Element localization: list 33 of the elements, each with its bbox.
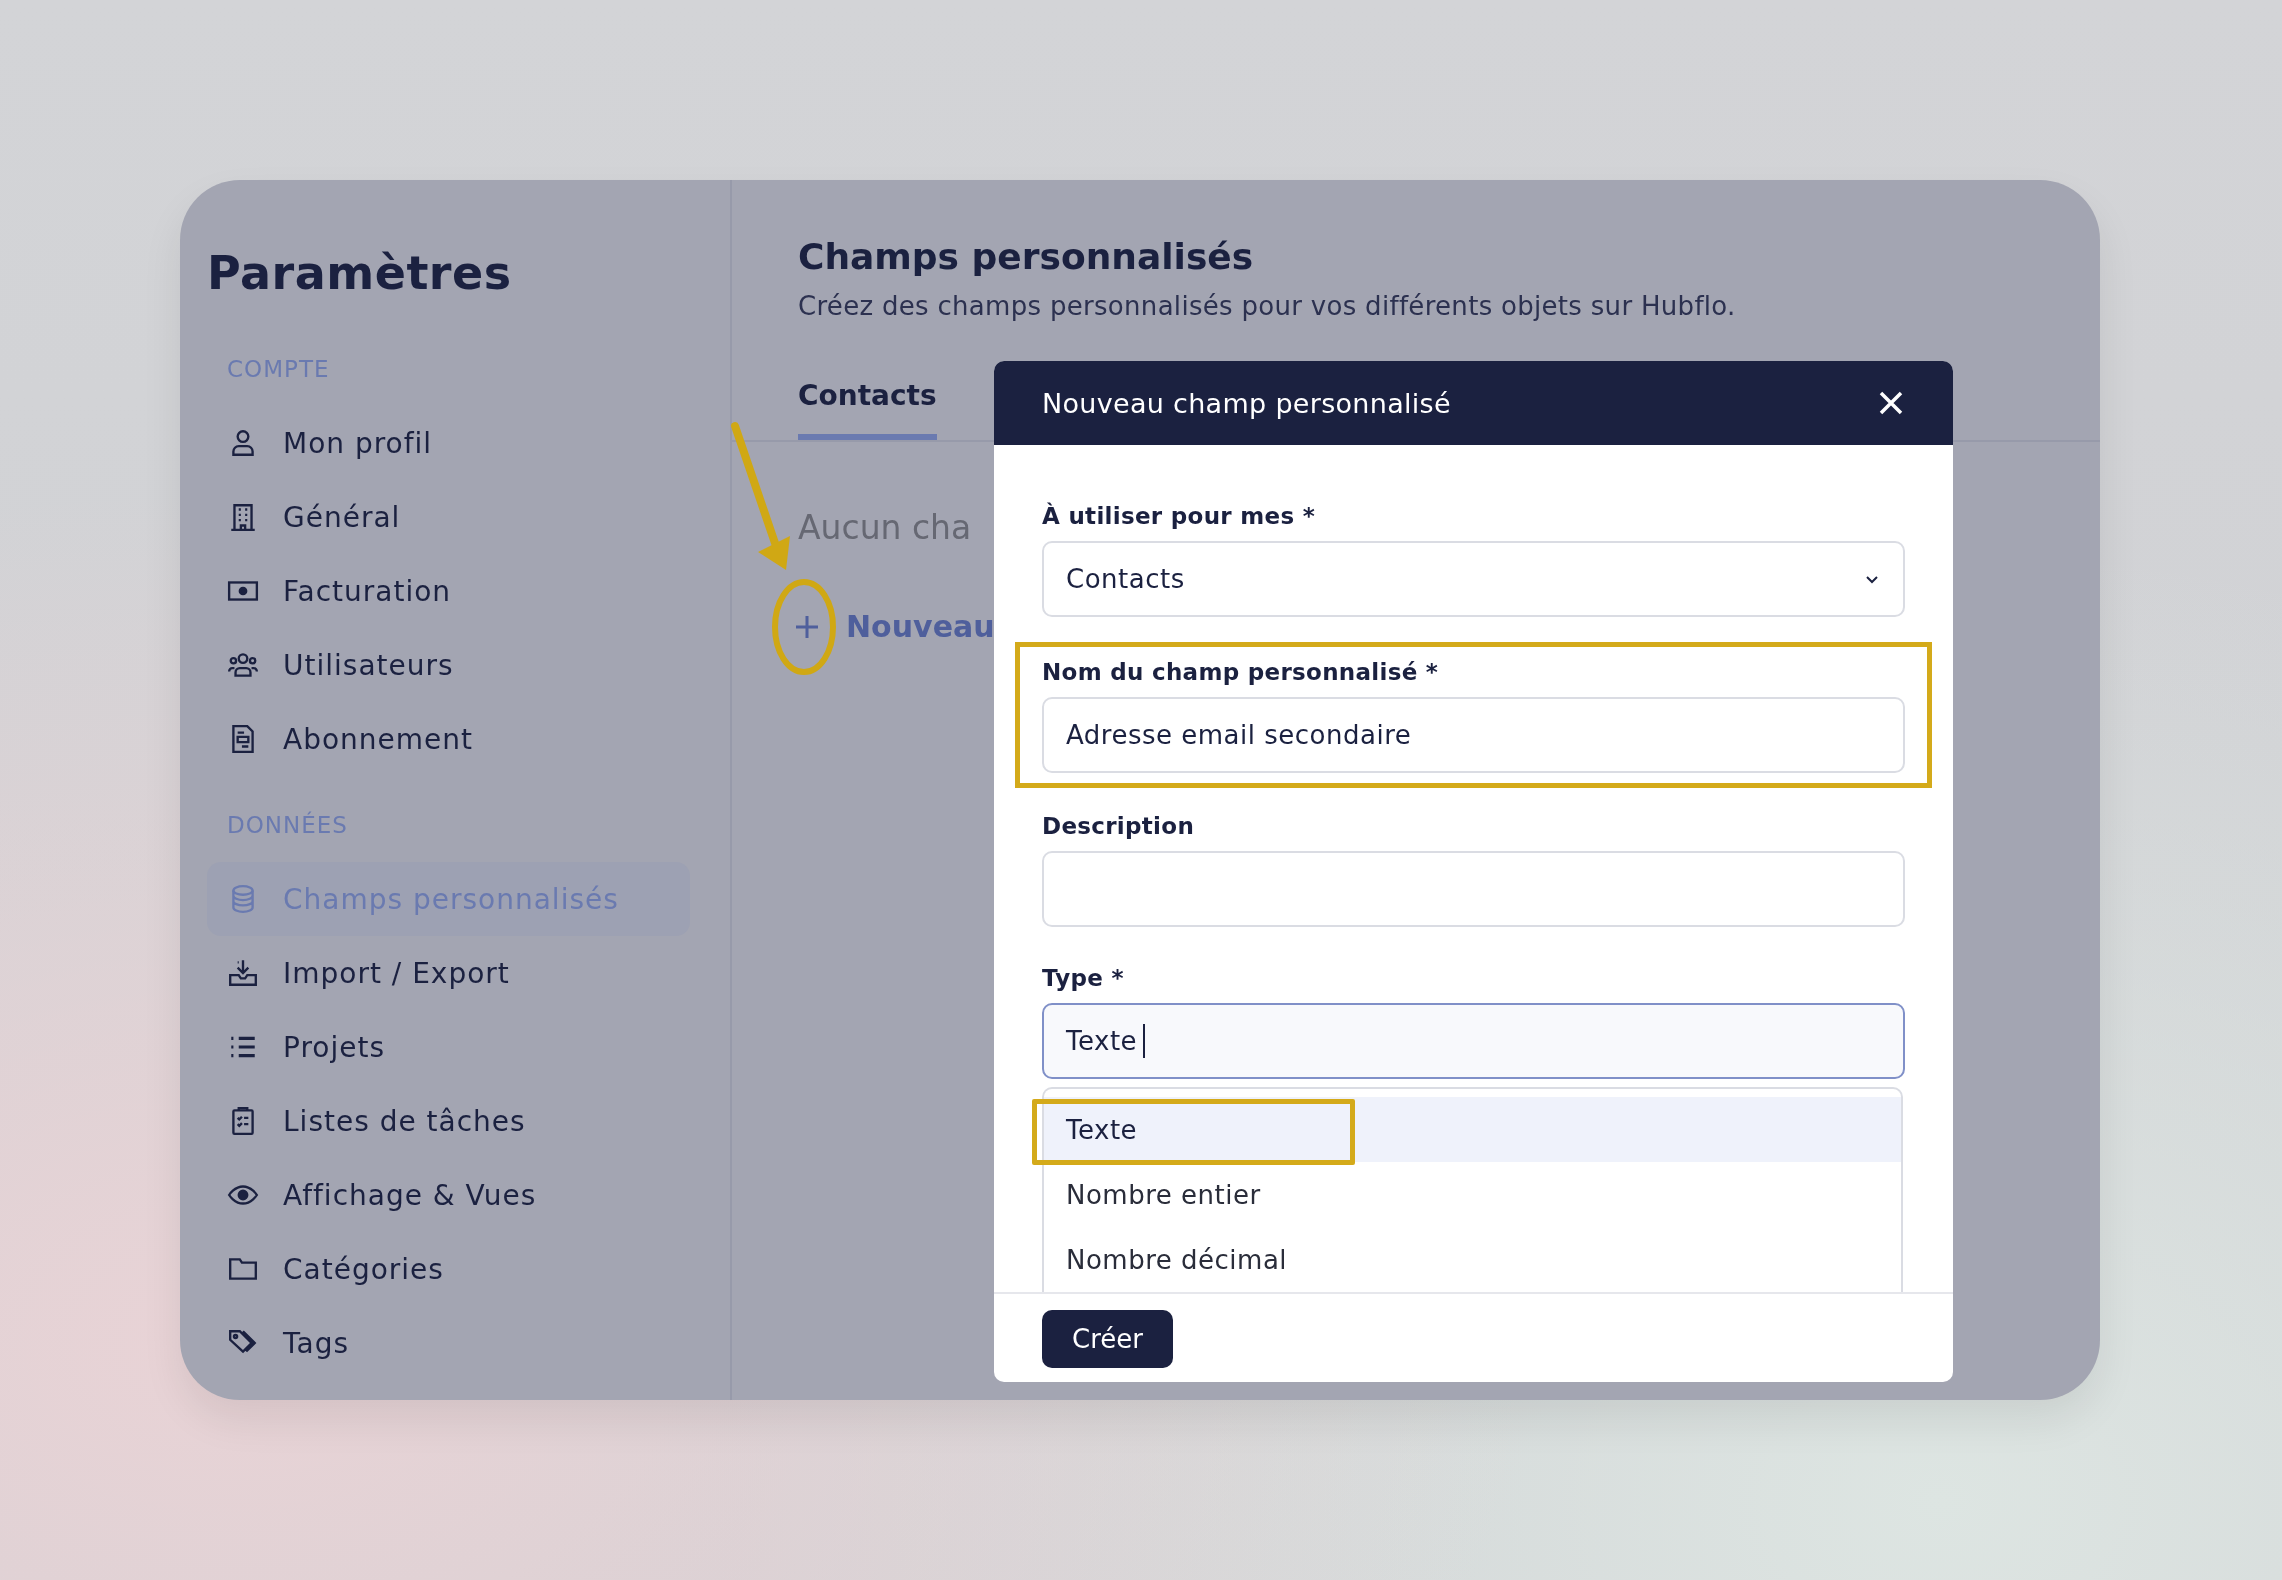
combobox-field[interactable]: Texte xyxy=(1042,1003,1905,1079)
sidebar-title: Paramètres xyxy=(207,246,513,300)
sidebar-item[interactable]: Abonnement xyxy=(207,702,690,776)
page-subtitle: Créez des champs personnalisés pour vos différents objets sur Hubflo. xyxy=(798,291,1737,321)
section-heading: COMPTE xyxy=(227,356,331,382)
create-button[interactable]: Créer xyxy=(1042,1310,1173,1368)
dialog-title: Nouveau champ personnalisé xyxy=(1042,387,1451,419)
sidebar-item[interactable]: Utilisateurs xyxy=(207,628,690,702)
sidebar-item[interactable]: Facturation xyxy=(207,554,690,628)
plus-icon xyxy=(794,613,820,640)
sidebar-item[interactable]: Tags xyxy=(207,1306,690,1380)
close-button[interactable] xyxy=(1877,389,1905,417)
field-label: Type * xyxy=(1042,965,1125,991)
sidebar-item[interactable]: Mon profil xyxy=(207,406,690,480)
tab[interactable]: Contacts xyxy=(798,369,937,440)
dropdown-option[interactable]: Nombre décimal xyxy=(1044,1227,1901,1292)
input-field[interactable] xyxy=(1042,851,1905,927)
sidebar-item[interactable]: Affichage & Vues xyxy=(207,1158,690,1232)
dropdown-option[interactable]: Nombre entier xyxy=(1044,1162,1901,1227)
menu-item-icon xyxy=(227,957,259,989)
select-field[interactable]: Contacts xyxy=(1042,541,1905,617)
sidebar-item[interactable]: Import / Export xyxy=(207,936,690,1010)
sidebar-item[interactable]: Projets xyxy=(207,1010,690,1084)
input-field[interactable]: Adresse email secondaire xyxy=(1042,697,1905,773)
field-label: À utiliser pour mes * xyxy=(1042,503,1317,529)
sidebar-item[interactable]: Général xyxy=(207,480,690,554)
empty-message: Aucun cha xyxy=(798,508,972,547)
sidebar-item[interactable]: Catégories xyxy=(207,1232,690,1306)
field-label: Description xyxy=(1042,813,1196,839)
field-label: Nom du champ personnalisé * xyxy=(1042,659,1440,685)
sidebar-item[interactable]: Listes de tâches xyxy=(207,1084,690,1158)
section-heading: DONNÉES xyxy=(227,812,349,838)
page-title: Champs personnalisés xyxy=(798,236,1255,277)
